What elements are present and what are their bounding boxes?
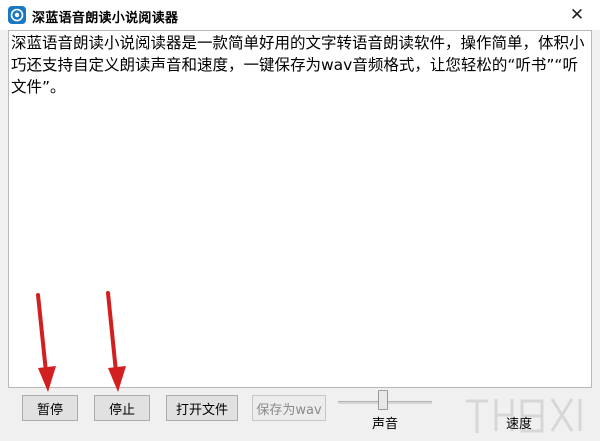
arrow-to-pause-icon <box>36 293 56 392</box>
arrow-to-stop-icon <box>106 291 126 392</box>
app-window: 深蓝语音朗读小说阅读器 ✕ 深蓝语音朗读小说阅读器是一款简单好用的文字转语音朗读… <box>0 0 600 441</box>
annotation-arrows <box>36 291 126 392</box>
